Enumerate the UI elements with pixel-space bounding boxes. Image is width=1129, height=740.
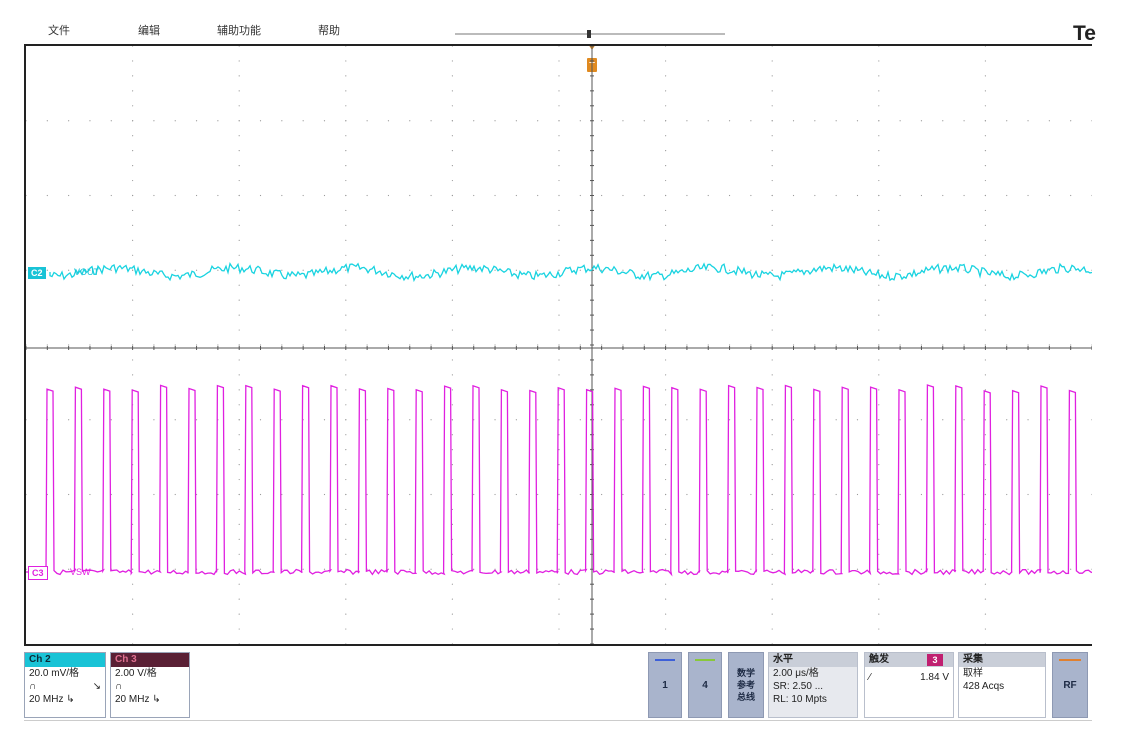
math-label: 数学 — [736, 668, 755, 678]
rf-color-bar — [1059, 659, 1081, 661]
channel-4-button-label: 4 — [702, 679, 708, 691]
trigger-level: 1.84 V — [920, 672, 949, 683]
horizontal-title: 水平 — [769, 653, 857, 667]
ch3-label: VSW — [70, 567, 91, 577]
acquire-count: 428 Acqs — [963, 681, 1005, 692]
rising-edge-icon: ∕ — [869, 672, 871, 683]
acquire-title: 采集 — [959, 653, 1045, 667]
ch3-badge[interactable]: C3 — [28, 566, 48, 580]
ch3-icons-row: ∩ — [111, 680, 189, 693]
ch4-color-bar — [695, 659, 715, 661]
record-length: RL: 10 Mpts — [773, 694, 827, 705]
horizontal-scale: 2.00 μs/格 — [773, 668, 819, 679]
menu-utility[interactable]: 辅助功能 — [217, 22, 261, 38]
acquire-panel[interactable]: 采集 取样 428 Acqs — [958, 652, 1046, 718]
ch2-badge[interactable]: C2 — [28, 267, 46, 279]
graticule — [26, 46, 1092, 644]
dc-coupling-icon: ∩ — [29, 681, 37, 692]
bus-label: 总线 — [736, 692, 755, 702]
menu-help[interactable]: 帮助 — [318, 22, 340, 38]
channel-1-button-label: 1 — [662, 679, 668, 691]
ch3-scale: 2.00 V/格 — [115, 668, 157, 679]
ch2-bandwidth: 20 MHz — [29, 694, 64, 705]
ref-label: 参考 — [736, 680, 755, 690]
menu-edit[interactable]: 编辑 — [138, 22, 160, 38]
status-bar-divider — [24, 720, 1092, 721]
menu-file[interactable]: 文件 — [48, 22, 70, 38]
ch2-label: VOUT — [74, 267, 100, 277]
trigger-source-badge: 3 — [927, 654, 943, 666]
sample-rate: SR: 2.50 ... — [773, 681, 824, 692]
trigger-level-row: ∕ 1.84 V — [865, 671, 953, 684]
bandwidth-limit-icon: ↳ — [152, 694, 161, 705]
math-ref-bus-button[interactable]: 数学 参考 总线 — [728, 652, 764, 718]
rf-button-label: RF — [1063, 679, 1077, 691]
ch2-scale: 20.0 mV/格 — [29, 668, 80, 679]
channel-4-button[interactable]: 4 — [688, 652, 722, 718]
ch2-icons-row: ∩ ↘ — [25, 680, 105, 693]
bandwidth-limit-icon: ↳ — [66, 694, 75, 705]
horizontal-panel[interactable]: 水平 2.00 μs/格 SR: 2.50 ... RL: 10 Mpts — [768, 652, 858, 718]
termination-icon: ↘ — [92, 681, 101, 692]
ch2-settings-panel[interactable]: Ch 2 20.0 mV/格 ∩ ↘ 20 MHz ↳ — [24, 652, 106, 718]
ch3-settings-panel[interactable]: Ch 3 2.00 V/格 ∩ 20 MHz ↳ — [110, 652, 190, 718]
ch2-bandwidth-row: 20 MHz ↳ — [25, 693, 105, 706]
ch2-panel-title: Ch 2 — [25, 653, 105, 667]
ch1-color-bar — [655, 659, 675, 661]
ch3-bandwidth-row: 20 MHz ↳ — [111, 693, 189, 706]
ch3-panel-title: Ch 3 — [111, 653, 189, 667]
trigger-panel[interactable]: 触发 3 ∕ 1.84 V — [864, 652, 954, 718]
waveform-display[interactable]: C2 VOUT C3 VSW — [24, 44, 1092, 646]
acquire-mode: 取样 — [963, 668, 983, 679]
trigger-title: 触发 — [869, 654, 889, 665]
brand-logo: Te — [1073, 22, 1096, 45]
rf-button[interactable]: RF — [1052, 652, 1088, 718]
channel-1-button[interactable]: 1 — [648, 652, 682, 718]
ch2-waveform — [49, 262, 1092, 283]
timebase-overview[interactable] — [450, 28, 730, 40]
trigger-header: 触发 3 — [865, 653, 953, 667]
dc-coupling-icon: ∩ — [115, 681, 123, 692]
ch3-bandwidth: 20 MHz — [115, 694, 150, 705]
